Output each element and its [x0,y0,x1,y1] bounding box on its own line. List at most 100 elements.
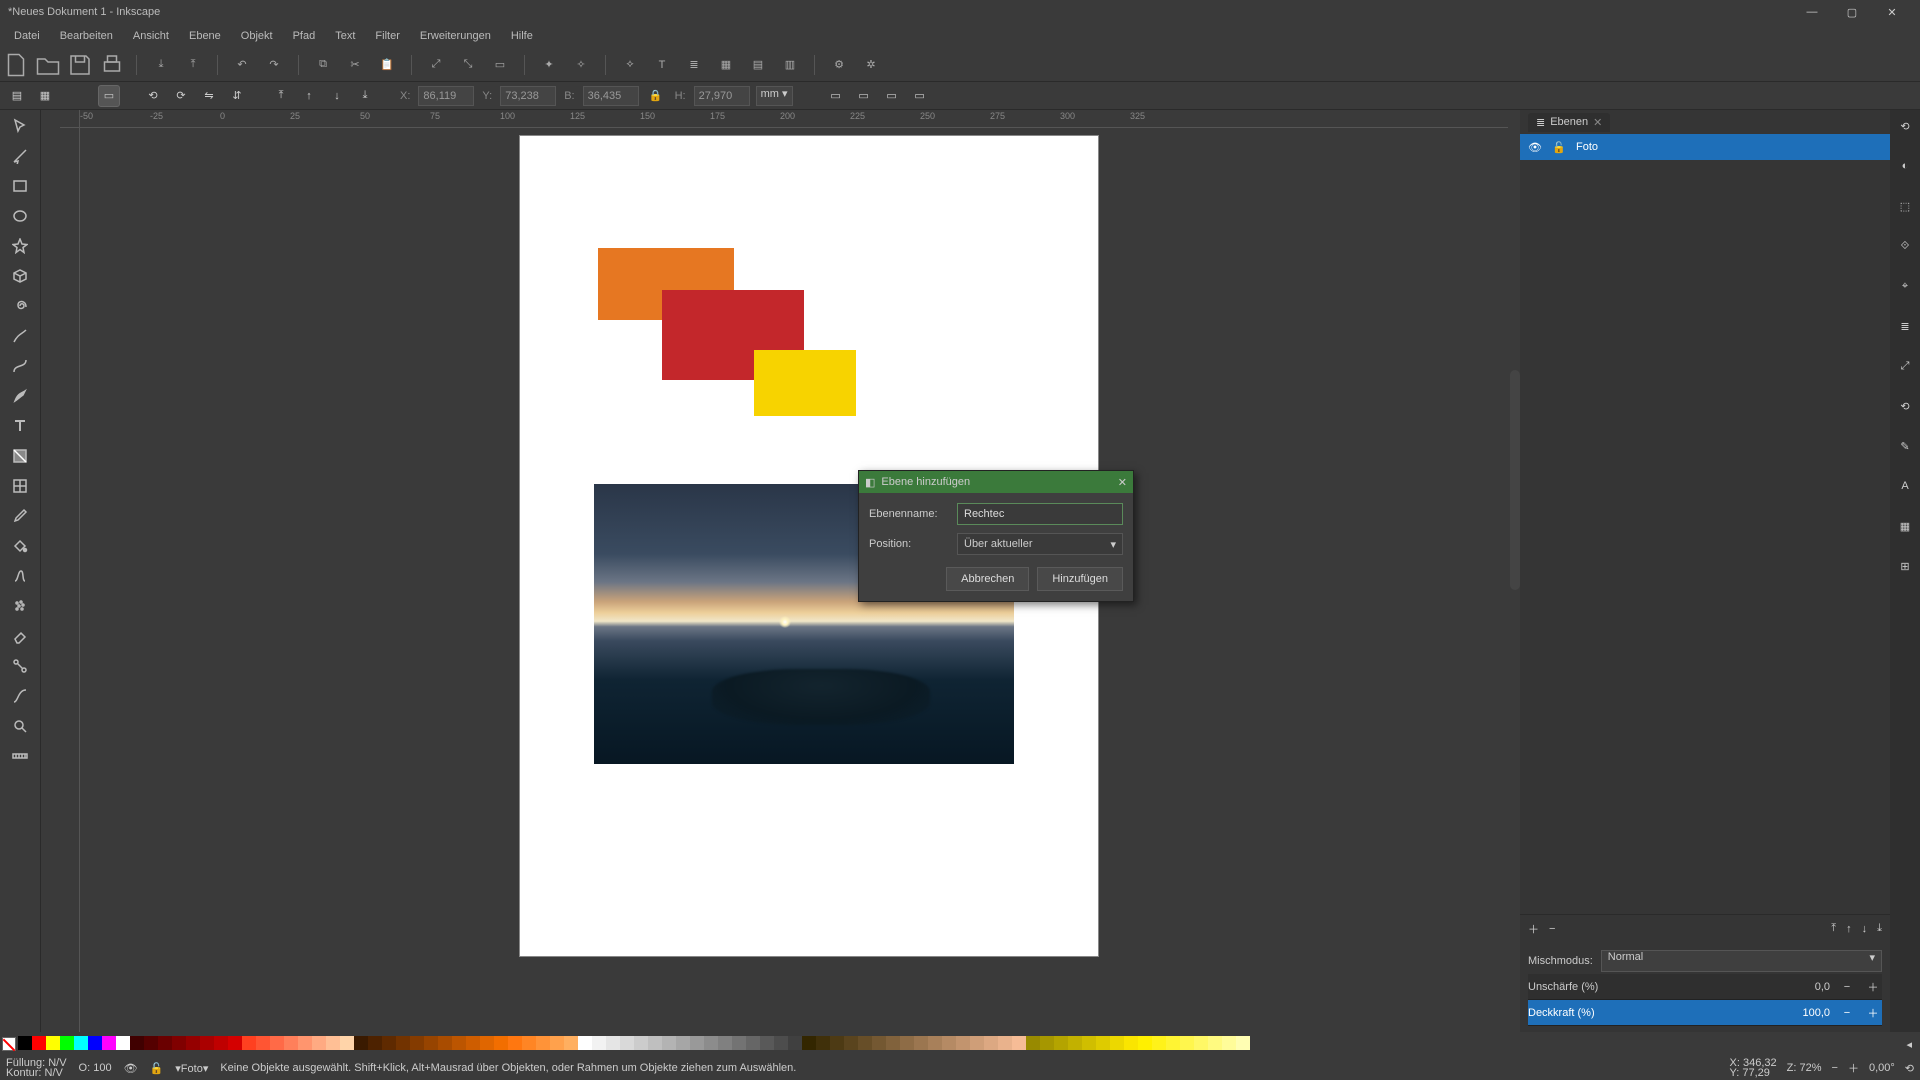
dock-button-2[interactable]: ◐ [1895,156,1915,176]
dock-button-11[interactable]: ▦ [1895,516,1915,536]
color-swatch[interactable] [732,1036,746,1050]
color-swatch[interactable] [830,1036,844,1050]
color-swatch[interactable] [424,1036,438,1050]
color-swatch[interactable] [438,1036,452,1050]
color-swatch[interactable] [172,1036,186,1050]
x-input[interactable] [418,86,474,106]
bezier-tool[interactable] [6,354,34,378]
group-button[interactable]: ⟡ [618,53,642,77]
lock-aspect-button[interactable]: 🔒 [645,85,667,107]
select-all-layers-button[interactable]: ▤ [6,85,28,107]
remove-layer-button[interactable]: − [1549,923,1555,935]
close-icon[interactable]: ✕ [1593,116,1602,129]
color-swatch[interactable] [382,1036,396,1050]
spray-tool[interactable] [6,594,34,618]
color-swatch[interactable] [872,1036,886,1050]
raise-layer-top-button[interactable]: ⤒ [1831,922,1836,935]
transform-button[interactable]: ▤ [746,53,770,77]
lower-button[interactable]: ↓ [326,85,348,107]
dock-button-8[interactable]: ⟲ [1895,396,1915,416]
color-swatch[interactable] [928,1036,942,1050]
color-swatch[interactable] [88,1036,102,1050]
preferences-button[interactable]: ✲ [859,53,883,77]
color-swatch[interactable] [1152,1036,1166,1050]
color-swatch[interactable] [242,1036,256,1050]
h-input[interactable] [694,86,750,106]
color-swatch[interactable] [1194,1036,1208,1050]
measure-tool[interactable] [6,744,34,768]
color-swatch[interactable] [116,1036,130,1050]
text-tool[interactable] [6,414,34,438]
visibility-toggle[interactable]: 👁 [124,1062,138,1075]
color-swatch[interactable] [858,1036,872,1050]
color-swatch[interactable] [900,1036,914,1050]
dock-button-4[interactable]: ⟐ [1895,236,1915,256]
zoom-tool[interactable] [6,714,34,738]
color-swatch[interactable] [984,1036,998,1050]
3dbox-tool[interactable] [6,264,34,288]
color-swatch[interactable] [522,1036,536,1050]
dialog-close-icon[interactable]: ✕ [1118,476,1127,489]
trace-button[interactable]: ▥ [778,53,802,77]
color-swatch[interactable] [1082,1036,1096,1050]
clone-button[interactable]: ✧ [569,53,593,77]
paintbucket-tool[interactable] [6,534,34,558]
blend-mode-select[interactable]: Normal ▾ [1601,950,1882,972]
dock-button-9[interactable]: ✎ [1895,436,1915,456]
color-swatch[interactable] [494,1036,508,1050]
copy-button[interactable]: ⧉ [311,53,335,77]
flip-h-button[interactable]: ⇋ [198,85,220,107]
color-swatch[interactable] [592,1036,606,1050]
color-swatch[interactable] [620,1036,634,1050]
window-maximize-button[interactable]: ▢ [1832,2,1872,22]
color-swatch[interactable] [1040,1036,1054,1050]
color-swatch[interactable] [298,1036,312,1050]
blur-increase-button[interactable]: ＋ [1864,979,1882,995]
color-swatch[interactable] [508,1036,522,1050]
color-swatch[interactable] [550,1036,564,1050]
ruler-horizontal[interactable]: -50-250255075100125150175200225250275300… [80,110,1508,128]
color-swatch[interactable] [844,1036,858,1050]
color-swatch[interactable] [158,1036,172,1050]
scale-stroke-button[interactable]: ▭ [825,85,847,107]
dock-button-10[interactable]: A [1895,476,1915,496]
shape-yellow-rect[interactable] [754,350,856,416]
opacity-decrease-button[interactable]: − [1838,1007,1856,1019]
color-swatch[interactable] [1166,1036,1180,1050]
eraser-tool[interactable] [6,624,34,648]
current-layer-indicator[interactable]: ▾Foto▾ [175,1062,208,1075]
canvas-scrollbar-vertical[interactable] [1510,370,1520,590]
ruler-origin[interactable] [60,110,80,128]
menu-file[interactable]: Datei [4,28,50,44]
color-swatch[interactable] [312,1036,326,1050]
color-swatch[interactable] [1068,1036,1082,1050]
color-swatch[interactable] [270,1036,284,1050]
scale-corners-button[interactable]: ▭ [853,85,875,107]
add-layer-button[interactable]: ＋ [1528,921,1539,937]
zoom-drawing-button[interactable]: ⤡ [456,53,480,77]
calligraphy-tool[interactable] [6,384,34,408]
menu-edit[interactable]: Bearbeiten [50,28,123,44]
cancel-button[interactable]: Abbrechen [946,567,1029,591]
color-swatch[interactable] [354,1036,368,1050]
zoom-selection-button[interactable]: ⤢ [424,53,448,77]
toggle-bbox-button[interactable]: ▭ [98,85,120,107]
dock-button-5[interactable]: ⌖ [1895,276,1915,296]
redo-button[interactable]: ↷ [262,53,286,77]
color-swatch[interactable] [564,1036,578,1050]
flip-v-button[interactable]: ⇵ [226,85,248,107]
color-swatch[interactable] [256,1036,270,1050]
color-swatch[interactable] [606,1036,620,1050]
color-swatch[interactable] [46,1036,60,1050]
document-properties-button[interactable]: ⚙ [827,53,851,77]
swatch-menu-button[interactable]: ◂ [1900,1038,1918,1051]
connector-tool[interactable] [6,654,34,678]
open-document-button[interactable] [36,53,60,77]
color-swatch[interactable] [284,1036,298,1050]
color-swatch[interactable] [578,1036,592,1050]
menu-text[interactable]: Text [325,28,365,44]
color-swatch[interactable] [1236,1036,1250,1050]
color-swatch[interactable] [18,1036,32,1050]
lock-icon[interactable]: 🔓 [1552,141,1566,154]
color-swatch[interactable] [1208,1036,1222,1050]
